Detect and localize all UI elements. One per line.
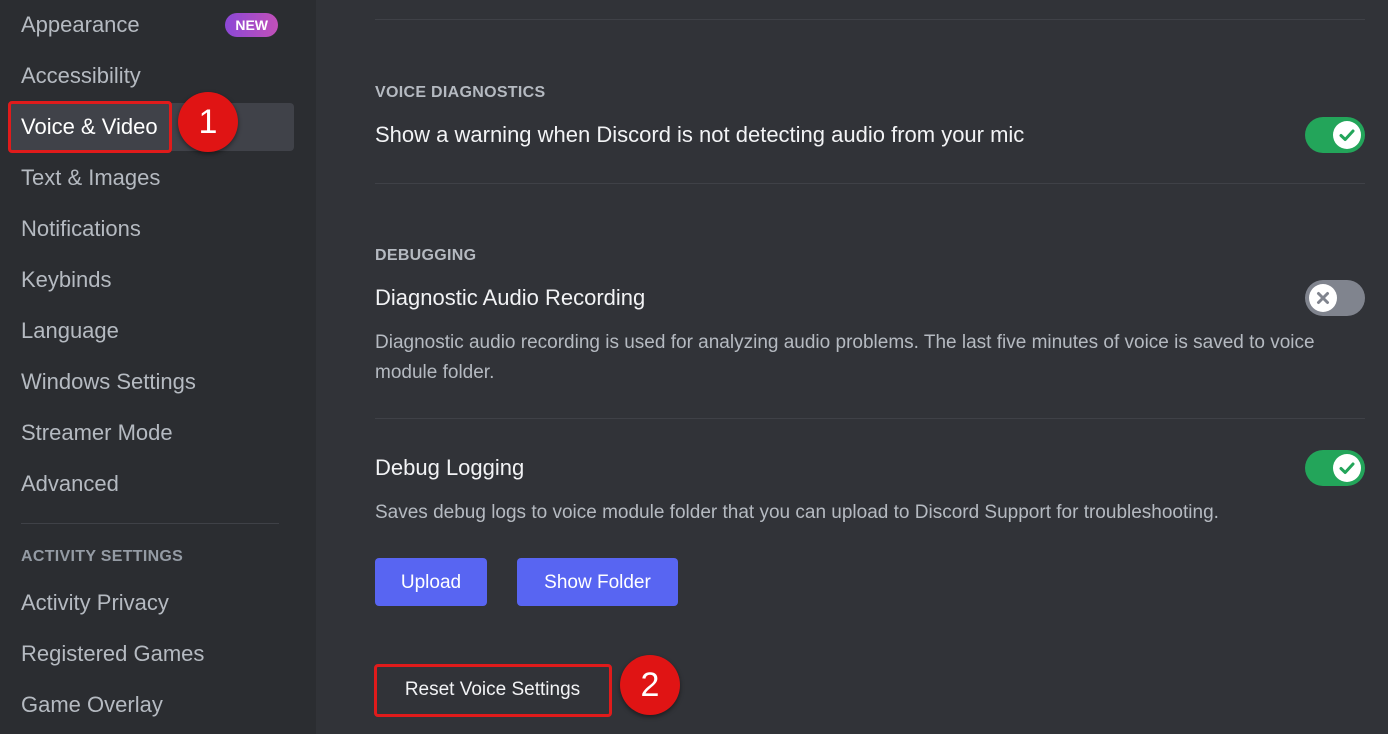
callout-highlight-reset (374, 664, 612, 717)
check-icon (1339, 462, 1355, 474)
sidebar-item-text-images[interactable]: Text & Images (10, 154, 294, 202)
sidebar-item-label: Text & Images (21, 165, 161, 190)
section-divider (375, 183, 1365, 184)
sidebar-item-advanced[interactable]: Advanced (10, 460, 294, 508)
sidebar-item-label: Notifications (21, 216, 141, 241)
mic-warning-setting-title: Show a warning when Discord is not detec… (375, 122, 1025, 147)
callout-step-1: 1 (178, 92, 238, 152)
sidebar-item-label: Streamer Mode (21, 420, 173, 445)
voice-diagnostics-header: VOICE DIAGNOSTICS (375, 84, 546, 101)
debug-logging-description: Saves debug logs to voice module folder … (375, 502, 1219, 523)
new-badge: NEW (225, 13, 278, 37)
sidebar-item-activity-privacy[interactable]: Activity Privacy (10, 579, 294, 627)
sidebar-item-windows-settings[interactable]: Windows Settings (10, 358, 294, 406)
callout-step-2: 2 (620, 655, 680, 715)
mic-warning-toggle[interactable] (1305, 117, 1365, 153)
diagnostic-recording-description: Diagnostic audio recording is used for a… (375, 332, 1315, 383)
section-divider (375, 19, 1365, 20)
sidebar-item-registered-games[interactable]: Registered Games (10, 630, 294, 678)
debug-logging-title: Debug Logging (375, 455, 525, 480)
sidebar-item-label: Language (21, 318, 119, 343)
sidebar-item-label: Registered Games (21, 641, 205, 666)
sidebar-item-label: Keybinds (21, 267, 112, 292)
sidebar-item-accessibility[interactable]: Accessibility (10, 52, 294, 100)
toggle-knob (1333, 454, 1361, 482)
upload-button[interactable]: Upload (375, 558, 487, 606)
sidebar-item-label: Game Overlay (21, 692, 163, 717)
sidebar-item-label: Windows Settings (21, 369, 196, 394)
sidebar-item-appearance[interactable]: Appearance NEW (10, 1, 294, 49)
close-icon (1317, 292, 1329, 304)
sidebar-item-label: Activity Privacy (21, 590, 169, 615)
settings-content: VOICE DIAGNOSTICS Show a warning when Di… (316, 0, 1388, 734)
diagnostic-recording-toggle[interactable] (1305, 280, 1365, 316)
show-folder-button[interactable]: Show Folder (517, 558, 678, 606)
debug-logging-toggle[interactable] (1305, 450, 1365, 486)
check-icon (1339, 129, 1355, 141)
sidebar-divider (21, 523, 279, 524)
activity-settings-header: ACTIVITY SETTINGS (21, 548, 184, 565)
sidebar-item-label: Accessibility (21, 63, 141, 88)
debugging-header: DEBUGGING (375, 247, 477, 264)
sidebar-item-game-overlay[interactable]: Game Overlay (10, 681, 294, 729)
sidebar-item-label: Advanced (21, 471, 119, 496)
sidebar-item-label: Appearance (21, 12, 140, 37)
section-divider (375, 418, 1365, 419)
toggle-knob (1309, 284, 1337, 312)
toggle-knob (1333, 121, 1361, 149)
settings-sidebar: Appearance NEW Accessibility Voice & Vid… (0, 0, 316, 734)
diagnostic-recording-title: Diagnostic Audio Recording (375, 285, 646, 310)
callout-highlight-voice-video (8, 101, 172, 153)
sidebar-item-keybinds[interactable]: Keybinds (10, 256, 294, 304)
sidebar-item-language[interactable]: Language (10, 307, 294, 355)
sidebar-item-streamer-mode[interactable]: Streamer Mode (10, 409, 294, 457)
sidebar-item-notifications[interactable]: Notifications (10, 205, 294, 253)
